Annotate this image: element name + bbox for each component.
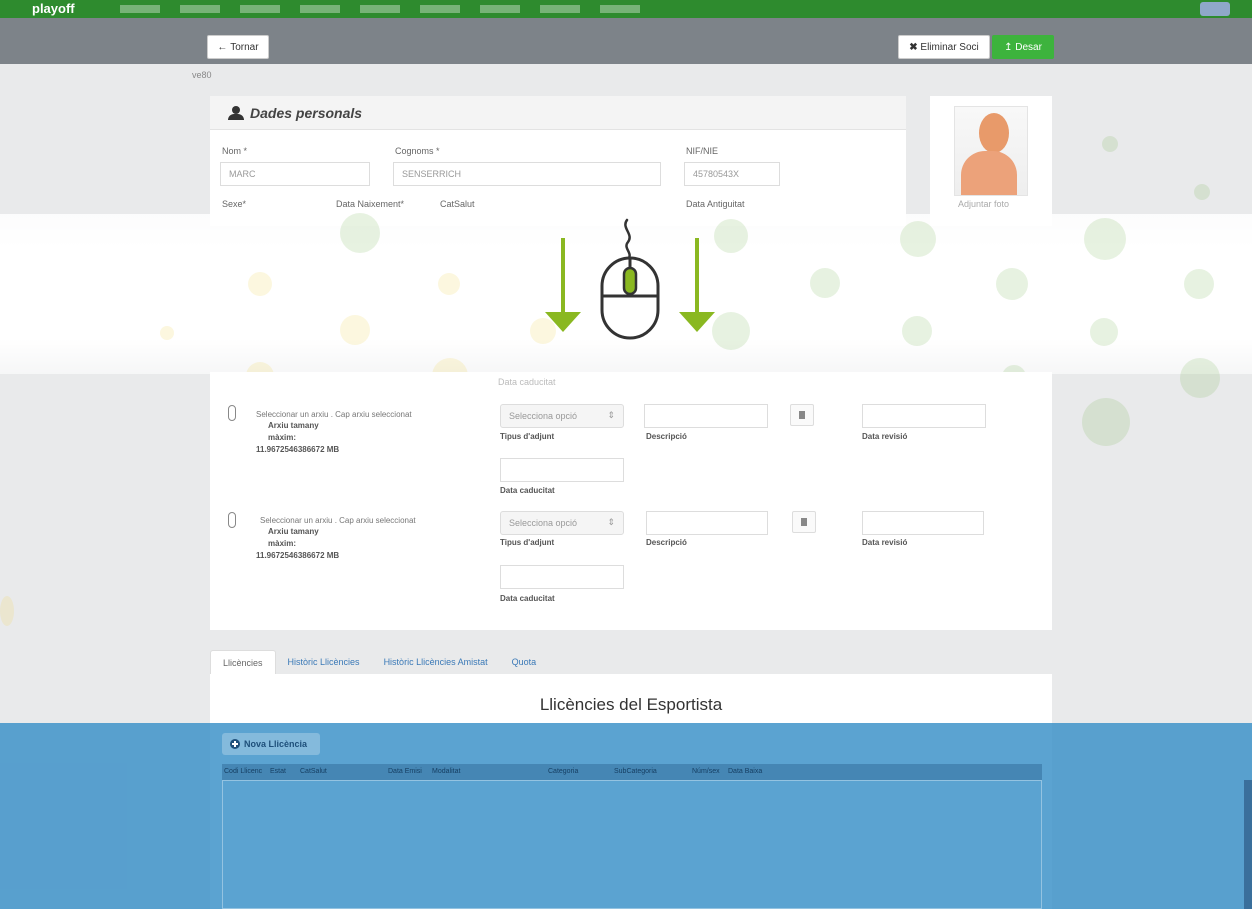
user-icon — [228, 106, 244, 120]
birthdate-label: Data Naixement* — [336, 199, 405, 209]
back-button[interactable]: ← Tornar — [207, 35, 269, 59]
column-header[interactable]: Data Baixa — [728, 768, 762, 775]
file-size-value: 11.9672546386672 MB — [256, 551, 340, 560]
column-header[interactable]: SubCategoria — [614, 768, 657, 775]
top-navbar: playoff — [0, 0, 1252, 18]
tab-licence-history[interactable]: Històric Llicències — [276, 650, 372, 674]
select-arrows-icon: ⇕ — [607, 410, 615, 420]
tab-fee[interactable]: Quota — [500, 650, 549, 674]
file-size-label: Arxiu tamany — [268, 421, 319, 430]
delete-attachment-button[interactable] — [792, 511, 816, 533]
arrow-down-icon — [695, 238, 699, 314]
mouse-scroll-icon — [600, 218, 660, 340]
arrow-left-icon: ← — [217, 41, 231, 53]
review-date-label: Data revisió — [862, 538, 908, 547]
expiry-date-label: Data caducitat — [498, 377, 556, 387]
review-date-label: Data revisió — [862, 432, 908, 441]
catsalut-label: CatSalut — [440, 199, 475, 209]
delete-member-button[interactable]: ✖ Eliminar Soci — [898, 35, 990, 59]
attach-photo-link[interactable]: Adjuntar foto — [958, 199, 1009, 209]
action-bar — [0, 18, 1252, 64]
file-size-value: 11.9672546386672 MB — [256, 445, 340, 454]
file-picker[interactable]: Seleccionar un arxiu . Cap arxiu selecci… — [260, 516, 416, 525]
column-header[interactable]: Categoria — [548, 768, 578, 775]
attachment-type-select[interactable]: Selecciona opció ⇕ — [500, 404, 624, 428]
tab-friendly-licence-history[interactable]: Històric Llicències Amistat — [372, 650, 500, 674]
delete-attachment-button[interactable] — [790, 404, 814, 426]
description-label: Descripció — [646, 432, 687, 441]
seniority-date-label: Data Antiguitat — [686, 199, 745, 209]
attachment-type-label: Tipus d'adjunt — [500, 538, 555, 547]
expiry-date-field[interactable] — [500, 458, 624, 482]
top-nav-items[interactable] — [120, 5, 640, 13]
column-header[interactable]: Modalitat — [432, 768, 460, 775]
cognoms-field[interactable]: SENSERRICH — [393, 162, 661, 186]
nom-label: Nom * — [222, 146, 248, 156]
nom-field[interactable]: MARC — [220, 162, 370, 186]
panel-title: Dades personals — [228, 105, 362, 121]
paperclip-icon — [228, 405, 236, 421]
plus-circle-icon — [230, 739, 240, 749]
column-header[interactable]: Estat — [270, 768, 286, 775]
column-header[interactable]: Núm/sex — [692, 768, 720, 775]
tab-licences[interactable]: Llicències — [210, 650, 276, 674]
file-size-label: Arxiu tamany — [268, 527, 319, 536]
select-arrows-icon: ⇕ — [607, 517, 615, 527]
save-button[interactable]: ↥ Desar — [992, 35, 1054, 59]
brand-logo[interactable]: playoff — [32, 1, 75, 16]
description-field[interactable] — [646, 511, 768, 535]
column-header[interactable]: Data Emisi — [388, 768, 422, 775]
description-field[interactable] — [644, 404, 768, 428]
expiry-date-label: Data caducitat — [500, 594, 555, 603]
upload-icon: ↥ — [1004, 41, 1016, 53]
file-size-max: màxim: — [268, 433, 297, 442]
file-size-max: màxim: — [268, 539, 297, 548]
close-icon: ✖ — [909, 41, 921, 53]
arrow-down-icon — [561, 238, 565, 314]
tabs: Llicències Històric Llicències Històric … — [210, 646, 548, 674]
language-flag-icon[interactable] — [1200, 2, 1230, 16]
review-date-field[interactable] — [862, 511, 984, 535]
paperclip-icon — [228, 512, 236, 528]
file-picker[interactable]: Seleccionar un arxiu . Cap arxiu selecci… — [256, 410, 412, 419]
licences-table-body — [222, 780, 1042, 909]
sexe-label: Sexe* — [222, 199, 247, 209]
new-licence-button[interactable]: Nova Llicència — [222, 733, 320, 755]
nif-field[interactable]: 45780543X — [684, 162, 780, 186]
nif-label: NIF/NIE — [686, 146, 719, 156]
trash-icon — [801, 518, 807, 526]
attachment-type-select[interactable]: Selecciona opció ⇕ — [500, 511, 624, 535]
description-label: Descripció — [646, 538, 687, 547]
column-header[interactable]: Codi Llicenc — [224, 768, 262, 775]
avatar[interactable] — [954, 106, 1028, 196]
attachment-type-label: Tipus d'adjunt — [500, 432, 555, 441]
scrollbar[interactable] — [1244, 780, 1252, 909]
cognoms-label: Cognoms * — [395, 146, 440, 156]
breadcrumb: ve80 — [192, 70, 212, 80]
trash-icon — [799, 411, 805, 419]
expiry-date-label: Data caducitat — [500, 486, 555, 495]
column-header[interactable]: CatSalut — [300, 768, 327, 775]
licences-title: Llicències del Esportista — [539, 695, 723, 714]
review-date-field[interactable] — [862, 404, 986, 428]
expiry-date-field[interactable] — [500, 565, 624, 589]
